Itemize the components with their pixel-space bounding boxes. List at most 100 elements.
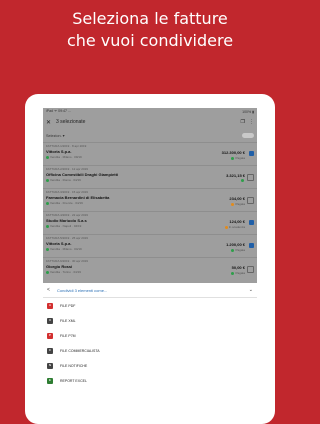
p7m-icon: P — [47, 332, 53, 339]
invoice-row[interactable]: FATTURA 5/2019 · 25 apr 2019 Vittoria S.p… — [43, 234, 257, 257]
invoice-sub: Vendita · Roma · 04/19 — [46, 178, 254, 182]
invoice-sub-text: Vendita · Torino · 04/19 — [50, 270, 81, 274]
invoice-client: Farmacia Bernardini di Elisabetta — [46, 195, 110, 200]
share-option-label: FILE XML — [60, 318, 76, 323]
share-option[interactable]: E REPORT EXCEL — [43, 373, 257, 388]
dimmed-invoice-list: iPad ᯤ 09:47 ... 100% ▮ ✕ 3 selezionate … — [43, 108, 257, 283]
copy-icon[interactable]: ❐ — [241, 119, 245, 125]
accountant-icon: C — [47, 347, 53, 354]
invoice-meta: FATTURA 6/2019 · 30 apr 2019 — [46, 259, 88, 263]
close-icon[interactable]: ✕ — [46, 119, 56, 126]
share-option-label: FILE COMMERCIALISTA — [60, 348, 100, 353]
select-checkbox[interactable] — [249, 243, 254, 248]
filter-row: Selezion. ▾ — [43, 129, 257, 142]
pdf-icon: A — [47, 302, 53, 309]
status-bar: iPad ᯤ 09:47 ... 100% ▮ — [43, 108, 257, 115]
invoice-list: FATTURA 1/2019 · 8 apr 2019 Vittoria S.p.… — [43, 142, 257, 280]
invoice-status: Pagata — [231, 248, 245, 252]
share-option-label: FILE PDF — [60, 303, 76, 308]
share-option-label: REPORT EXCEL — [60, 378, 87, 383]
share-option[interactable]: X FILE XML — [43, 313, 257, 328]
toggle-pill[interactable] — [242, 133, 254, 138]
share-option[interactable]: P FILE P7M — [43, 328, 257, 343]
invoice-sub-text: Vendita · Firenze · 04/19 — [50, 201, 83, 205]
chevron-down-icon[interactable]: ⌄ — [249, 287, 253, 293]
invoice-amount: 50,00 € — [231, 265, 245, 270]
status-dot-icon — [231, 271, 235, 275]
headline-line1: Seleziona le fatture — [72, 9, 228, 28]
invoice-status — [241, 179, 245, 182]
invoice-status-text: Pagata — [235, 271, 245, 275]
share-header[interactable]: < Condividi 3 elementi come... ⌄ — [43, 283, 257, 298]
invoice-meta: FATTURA 3/2019 · 15 apr 2019 — [46, 190, 88, 194]
invoice-sub-text: Vendita · Napoli · 04/19 — [50, 224, 82, 228]
invoice-row[interactable]: FATTURA 1/2019 · 8 apr 2019 Vittoria S.p.… — [43, 142, 257, 165]
more-icon[interactable]: ⋮ — [249, 119, 254, 125]
invoice-row[interactable]: FATTURA 4/2019 · 22 apr 2019 Studio Mariu… — [43, 211, 257, 234]
invoice-status-text: Pagata — [235, 202, 245, 206]
invoice-amount: 1.200,00 € — [226, 242, 245, 247]
selection-count: 3 selezionate — [56, 119, 86, 125]
status-dot-icon — [231, 156, 235, 160]
select-checkbox[interactable] — [247, 266, 254, 273]
share-option-label: FILE P7M — [60, 333, 76, 338]
select-checkbox[interactable] — [247, 174, 254, 181]
tablet-frame: iPad ᯤ 09:47 ... 100% ▮ ✕ 3 selezionate … — [25, 94, 275, 424]
invoice-sub: Vendita · Firenze · 04/19 — [46, 201, 254, 205]
invoice-sub-text: Vendita · Milano · 09/19 — [50, 155, 82, 159]
invoice-client: Giorgio Rossi — [46, 264, 73, 269]
invoice-status: In scadenza — [224, 225, 245, 229]
invoice-sub-text: Vendita · Roma · 04/19 — [50, 178, 81, 182]
invoice-amount: 124,00 € — [229, 219, 245, 224]
invoice-meta: FATTURA 5/2019 · 25 apr 2019 — [46, 236, 88, 240]
invoice-amount: 3.321,15 € — [226, 173, 245, 178]
share-sheet: < Condividi 3 elementi come... ⌄ A FILE P… — [43, 283, 257, 424]
invoice-amount: 312.300,00 € — [221, 150, 245, 155]
invoice-status: Pagata — [231, 202, 245, 206]
status-dot-icon — [46, 155, 49, 159]
status-dot-icon — [231, 202, 235, 206]
invoice-row[interactable]: FATTURA 2/2019 · 12 apr 2019 Officina Com… — [43, 165, 257, 188]
share-option[interactable]: A FILE PDF — [43, 298, 257, 313]
invoice-status-text: Pagata — [235, 248, 245, 252]
status-bar-right: 100% ▮ — [242, 109, 254, 114]
status-bar-left: iPad ᯤ 09:47 ... — [46, 109, 71, 113]
select-checkbox[interactable] — [249, 151, 254, 156]
invoice-client: Vittoria S.p.a. — [46, 241, 72, 246]
invoice-row[interactable]: FATTURA 6/2019 · 30 apr 2019 Giorgio Ross… — [43, 257, 257, 280]
selection-toolbar: ✕ 3 selezionate ❐ ⋮ — [43, 115, 257, 129]
share-options: A FILE PDF X FILE XML P FILE P7M C FILE COMMERC… — [43, 298, 257, 388]
app-screen: iPad ᯤ 09:47 ... 100% ▮ ✕ 3 selezionate … — [43, 108, 257, 424]
status-dot-icon — [224, 225, 228, 229]
select-checkbox[interactable] — [247, 197, 254, 204]
share-option[interactable]: C FILE COMMERCIALISTA — [43, 343, 257, 358]
share-option[interactable]: N FILE NOTIFICHE — [43, 358, 257, 373]
share-option-label: FILE NOTIFICHE — [60, 363, 88, 368]
invoice-sub: Vendita · Torino · 04/19 — [46, 270, 254, 274]
invoice-status: Pagata — [231, 156, 245, 160]
status-dot-icon — [46, 201, 49, 205]
filter-dropdown[interactable]: Selezion. ▾ — [46, 133, 65, 138]
invoice-meta: FATTURA 1/2019 · 8 apr 2019 — [46, 144, 87, 148]
invoice-client: Studio Mariuolo S.a.s — [46, 218, 87, 223]
invoice-status-text: In scadenza — [228, 225, 245, 229]
share-title: Condividi 3 elementi come... — [57, 287, 108, 293]
invoice-client: Officina Comestibili Draghi Giampietti — [46, 172, 119, 177]
invoice-row[interactable]: FATTURA 3/2019 · 15 apr 2019 Farmacia Ber… — [43, 188, 257, 211]
invoice-status-text: Pagata — [235, 156, 245, 160]
invoice-sub: Vendita · Milano · 04/19 — [46, 247, 254, 251]
select-checkbox[interactable] — [249, 220, 254, 225]
invoice-sub: Vendita · Milano · 09/19 — [46, 155, 254, 159]
status-dot-icon — [231, 248, 235, 252]
invoice-amount: 234,00 € — [229, 196, 245, 201]
status-dot-icon — [46, 224, 49, 228]
status-dot-icon — [46, 178, 49, 182]
invoice-meta: FATTURA 4/2019 · 22 apr 2019 — [46, 213, 88, 217]
excel-icon: E — [47, 377, 53, 384]
invoice-sub-text: Vendita · Milano · 04/19 — [50, 247, 82, 251]
invoice-status: Pagata — [231, 271, 245, 275]
bell-icon: N — [47, 362, 53, 369]
xml-icon: X — [47, 317, 53, 324]
invoice-meta: FATTURA 2/2019 · 12 apr 2019 — [46, 167, 88, 171]
status-dot-icon — [46, 270, 49, 274]
